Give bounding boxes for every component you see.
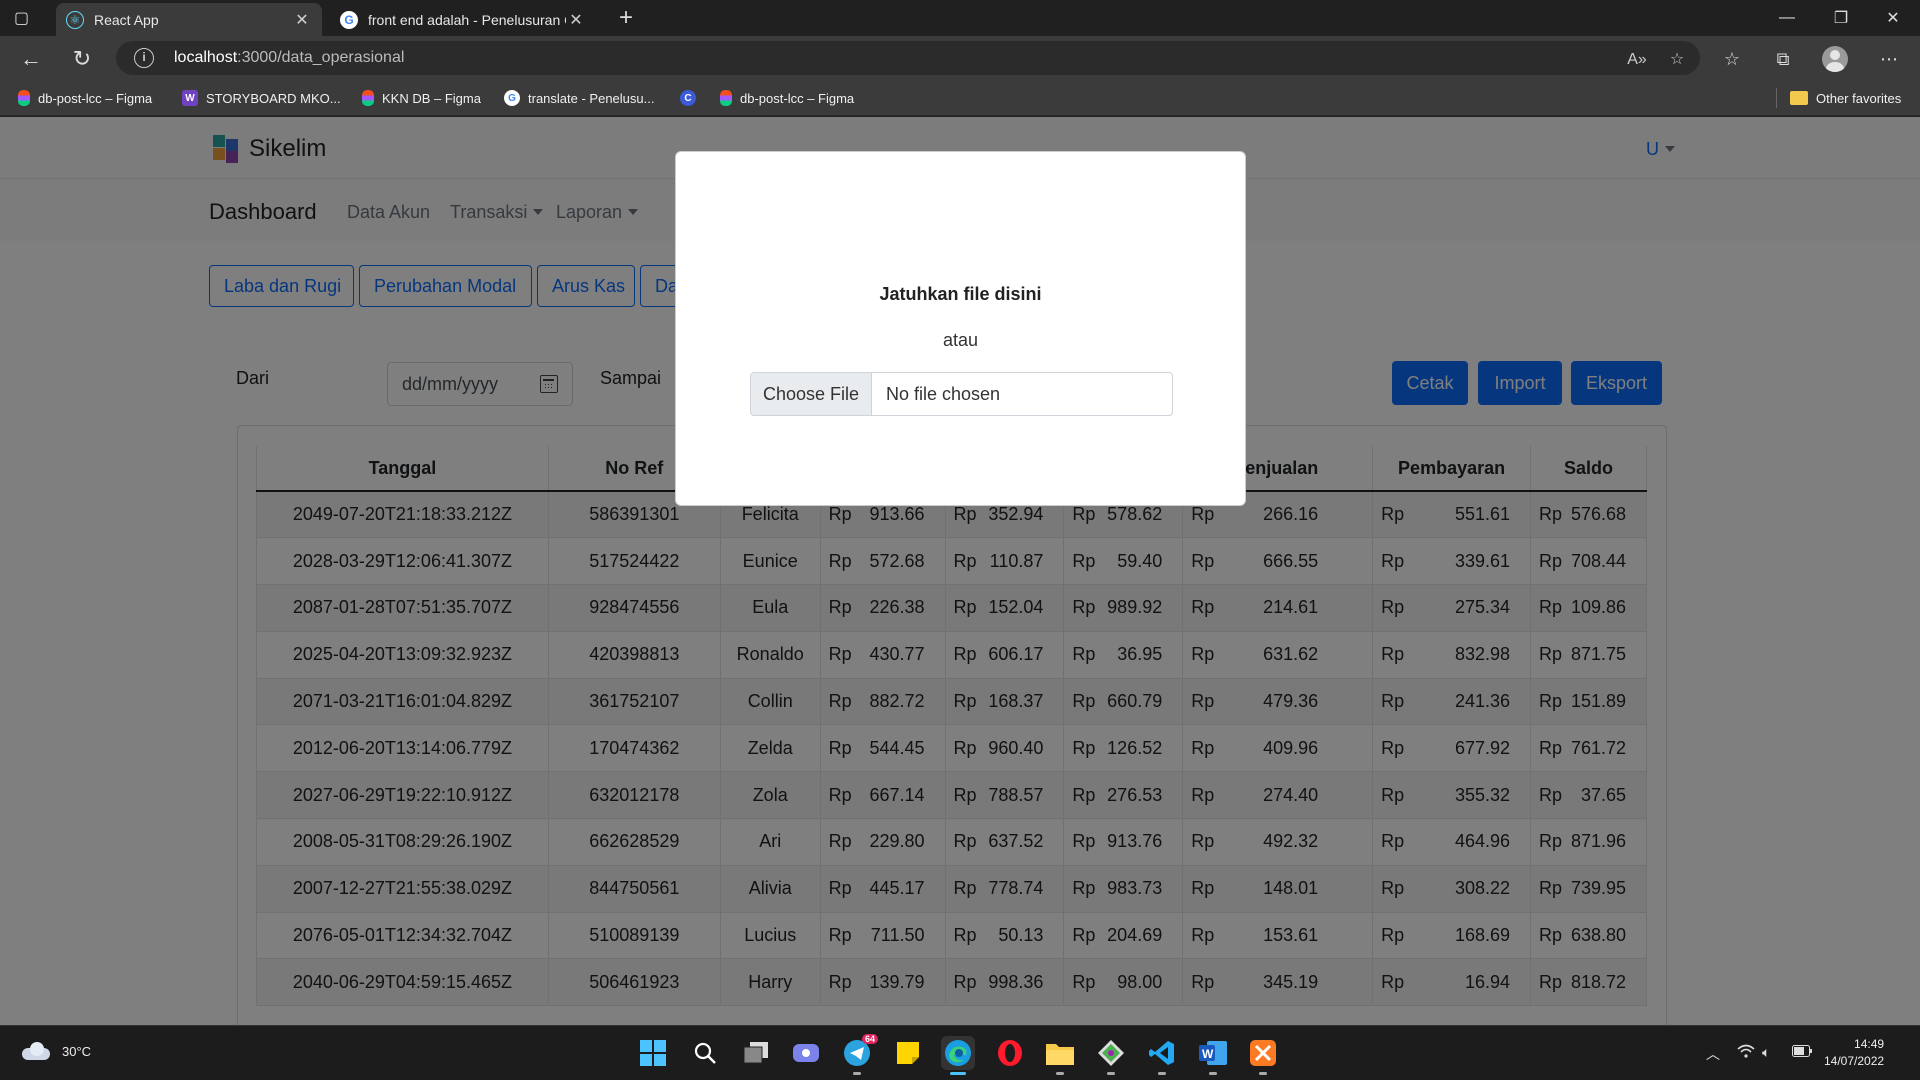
dropzone-title: Jatuhkan file disini	[879, 284, 1042, 304]
sticky-notes-icon[interactable]	[891, 1036, 925, 1070]
task-view-icon[interactable]	[739, 1036, 773, 1070]
bookmark-item[interactable]: KKN DB – Figma	[362, 88, 481, 108]
running-indicator	[1209, 1072, 1217, 1075]
address-bar: ← ↻ i localhost:3000/data_operasional A»…	[0, 36, 1920, 80]
new-tab-button[interactable]: +	[612, 4, 640, 32]
bookmark-item[interactable]: db-post-lcc – Figma	[18, 88, 152, 108]
choose-file-button[interactable]: Choose File	[751, 373, 872, 415]
windows-start-icon[interactable]	[636, 1036, 670, 1070]
bookmark-label: translate - Penelusu...	[528, 90, 655, 106]
show-hidden-icons[interactable]: ︿	[1706, 1044, 1720, 1064]
running-indicator	[1056, 1072, 1064, 1075]
google-icon: G	[504, 90, 520, 106]
close-tab-icon[interactable]: ✕	[566, 10, 586, 30]
gitkraken-icon[interactable]	[1094, 1036, 1128, 1075]
clock-time: 14:49	[1854, 1037, 1885, 1051]
wifi-icon[interactable]	[1737, 1044, 1755, 1061]
bookmark-item[interactable]: W STORYBOARD MKO...	[182, 88, 341, 108]
browser-tab-bar: ▢ ⚛ React App ✕ G front end adalah - Pen…	[0, 0, 1920, 36]
running-indicator	[1107, 1072, 1115, 1075]
file-status: No file chosen	[886, 384, 1001, 404]
word-icon[interactable]: W	[1196, 1036, 1230, 1075]
battery-icon[interactable]	[1792, 1044, 1812, 1060]
bookmark-label: STORYBOARD MKO...	[206, 90, 341, 106]
running-indicator	[853, 1072, 861, 1075]
refresh-icon[interactable]: ↻	[67, 44, 97, 74]
restore-icon[interactable]: ❐	[1814, 0, 1868, 36]
running-indicator	[1158, 1072, 1166, 1075]
read-aloud-icon[interactable]: A»	[1624, 47, 1650, 73]
bookmark-label: db-post-lcc – Figma	[38, 90, 153, 106]
favorites-icon[interactable]: ☆	[1717, 45, 1747, 73]
tab-title: front end adalah - Penelusuran Google	[368, 11, 566, 28]
google-icon: G	[340, 10, 358, 29]
react-icon: ⚛	[66, 10, 84, 29]
profile-icon[interactable]	[1822, 46, 1848, 72]
minimize-icon[interactable]: —	[1760, 0, 1814, 36]
site-info-icon[interactable]: i	[134, 48, 154, 68]
active-indicator	[950, 1072, 966, 1075]
bookmark-item[interactable]: C	[680, 88, 704, 108]
teams-chat-icon[interactable]	[789, 1036, 823, 1070]
volume-icon[interactable]: 🔈︎	[1762, 1044, 1770, 1061]
search-icon[interactable]	[688, 1036, 722, 1070]
file-explorer-icon[interactable]	[1043, 1036, 1077, 1075]
running-indicator	[1259, 1072, 1267, 1075]
figma-icon	[362, 90, 374, 106]
close-window-icon[interactable]: ✕	[1866, 0, 1920, 36]
tab-actions-icon[interactable]: ▢	[14, 8, 36, 28]
cloud-icon	[22, 1042, 52, 1060]
more-icon[interactable]: ⋯	[1874, 45, 1904, 73]
telegram-icon[interactable]: 64	[840, 1034, 878, 1075]
tab-title: React App	[94, 11, 159, 28]
vscode-icon[interactable]	[1145, 1036, 1179, 1075]
bookmark-item[interactable]: db-post-lcc – Figma	[720, 88, 854, 108]
other-favorites[interactable]: Other favorites	[1790, 88, 1901, 108]
bookmark-label: db-post-lcc – Figma	[740, 90, 855, 106]
bookmarks-bar: db-post-lcc – Figma W STORYBOARD MKO... …	[0, 80, 1920, 116]
telegram-badge: 64	[861, 1034, 878, 1044]
svg-text:W: W	[1202, 1047, 1214, 1061]
w-icon: W	[182, 90, 198, 106]
c-icon: C	[680, 90, 696, 106]
bookmark-item[interactable]: G translate - Penelusu...	[504, 88, 654, 108]
other-favorites-label: Other favorites	[1816, 90, 1902, 106]
clock-date: 14/07/2022	[1824, 1054, 1885, 1068]
xampp-icon[interactable]	[1246, 1036, 1280, 1075]
figma-icon	[18, 90, 30, 106]
dropzone-or: atau	[942, 330, 979, 350]
collections-icon[interactable]: ⧉	[1768, 45, 1798, 73]
bookmark-label: KKN DB – Figma	[382, 90, 481, 106]
tab-react-app[interactable]: ⚛ React App ✕	[56, 3, 322, 36]
weather-temp: 30°C	[62, 1043, 92, 1059]
file-input[interactable]: Choose File No file chosen	[750, 372, 1173, 416]
back-icon[interactable]: ←	[16, 44, 46, 74]
weather-widget[interactable]: 30°C	[22, 1042, 91, 1060]
close-tab-icon[interactable]: ✕	[292, 10, 312, 30]
taskbar: 30°C 64 W ︿ 🔈︎ 14:49 14/07/2022	[0, 1025, 1920, 1080]
tab-google-search[interactable]: G front end adalah - Penelusuran Google …	[330, 3, 596, 36]
edge-icon[interactable]	[941, 1036, 975, 1075]
add-favorite-icon[interactable]: ☆	[1664, 47, 1690, 73]
figma-icon	[720, 90, 732, 106]
opera-icon[interactable]	[993, 1036, 1027, 1070]
clock[interactable]: 14:49 14/07/2022	[1824, 1036, 1884, 1070]
url-text: localhost:3000/data_operasional	[174, 49, 405, 66]
folder-icon	[1790, 91, 1808, 105]
url-field[interactable]: i localhost:3000/data_operasional A» ☆	[116, 41, 1700, 75]
import-modal: Jatuhkan file disini atau Choose File No…	[675, 151, 1246, 506]
bookmark-divider	[1776, 88, 1777, 108]
